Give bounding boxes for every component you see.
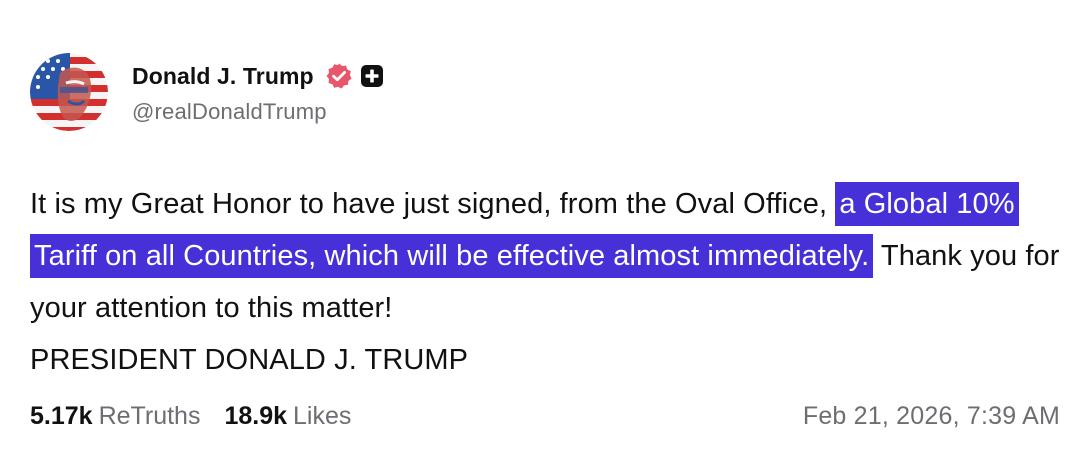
post-stats: 5.17k ReTruths 18.9k Likes	[30, 402, 351, 431]
user-handle[interactable]: @realDonaldTrump	[132, 99, 383, 125]
post-text: It is my Great Honor to have just signed…	[30, 178, 1060, 334]
plus-badge-icon	[360, 65, 383, 87]
post-signature: PRESIDENT DONALD J. TRUMP	[30, 344, 469, 376]
verified-badge-icon	[326, 63, 352, 89]
post-text-before: It is my Great Honor to have just signed…	[30, 188, 836, 220]
retruths-stat[interactable]: 5.17k ReTruths	[30, 402, 200, 431]
likes-stat[interactable]: 18.9k Likes	[224, 402, 351, 431]
post-body: It is my Great Honor to have just signed…	[30, 178, 1060, 386]
retruths-label: ReTruths	[98, 402, 201, 430]
name-row: Donald J. Trump	[132, 59, 383, 93]
likes-label: Likes	[293, 402, 352, 430]
display-name[interactable]: Donald J. Trump	[132, 63, 314, 90]
retruths-count: 5.17k	[30, 402, 93, 430]
post-timestamp[interactable]: Feb 21, 2026, 7:39 AM	[803, 402, 1060, 431]
user-meta: Donald J. Trump @realDonaldTrump	[132, 59, 383, 125]
post-header: Donald J. Trump @realDonaldTrump	[30, 52, 383, 132]
likes-count: 18.9k	[224, 402, 288, 430]
avatar[interactable]	[30, 53, 108, 131]
